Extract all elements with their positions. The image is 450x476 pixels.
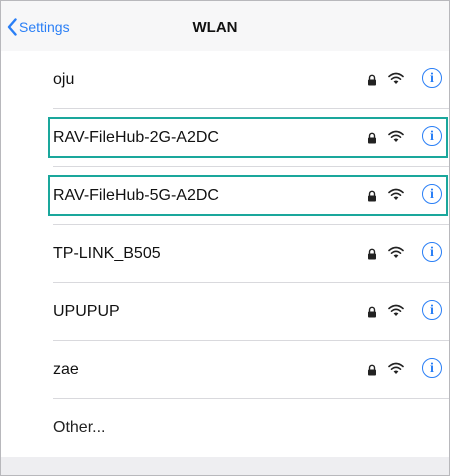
wifi-icon <box>388 72 404 84</box>
network-row[interactable]: UPUPUP i <box>1 283 449 341</box>
info-icon[interactable]: i <box>422 68 442 88</box>
wifi-icon <box>388 246 404 258</box>
wifi-icon <box>388 304 404 316</box>
network-name: TP-LINK_B505 <box>53 245 161 262</box>
network-list: oju i RAV-FileHub-2G-A2DC i RAV-FileHub-5G-A… <box>1 51 449 457</box>
lock-icon <box>368 364 376 376</box>
lock-icon <box>368 306 376 318</box>
wifi-icon <box>388 362 404 374</box>
info-icon[interactable]: i <box>422 184 442 204</box>
bottom-section <box>1 457 449 475</box>
wifi-icon <box>388 188 404 200</box>
network-name: oju <box>53 71 75 88</box>
other-network-label: Other... <box>53 419 106 436</box>
network-row[interactable]: RAV-FileHub-5G-A2DC i <box>1 167 449 225</box>
lock-icon <box>368 74 376 86</box>
wlan-screen: Settings WLAN oju i RAV-FileHub-2G-A2DC i RA… <box>0 0 450 476</box>
info-icon[interactable]: i <box>422 126 442 146</box>
page-title: WLAN <box>192 19 238 36</box>
info-icon[interactable]: i <box>422 300 442 320</box>
network-name: zae <box>53 361 79 378</box>
info-icon[interactable]: i <box>422 358 442 378</box>
other-network-row[interactable]: Other... <box>1 399 449 457</box>
wifi-icon <box>388 130 404 142</box>
lock-icon <box>368 132 376 144</box>
network-name: UPUPUP <box>53 303 120 320</box>
lock-icon <box>368 190 376 202</box>
network-row[interactable]: TP-LINK_B505 i <box>1 225 449 283</box>
network-name: RAV-FileHub-2G-A2DC <box>53 129 219 146</box>
network-row[interactable]: oju i <box>1 51 449 109</box>
network-row[interactable]: RAV-FileHub-2G-A2DC i <box>1 109 449 167</box>
lock-icon <box>368 248 376 260</box>
network-name: RAV-FileHub-5G-A2DC <box>53 187 219 204</box>
navigation-bar: Settings WLAN <box>1 1 449 51</box>
info-icon[interactable]: i <box>422 242 442 262</box>
network-row[interactable]: zae i <box>1 341 449 399</box>
